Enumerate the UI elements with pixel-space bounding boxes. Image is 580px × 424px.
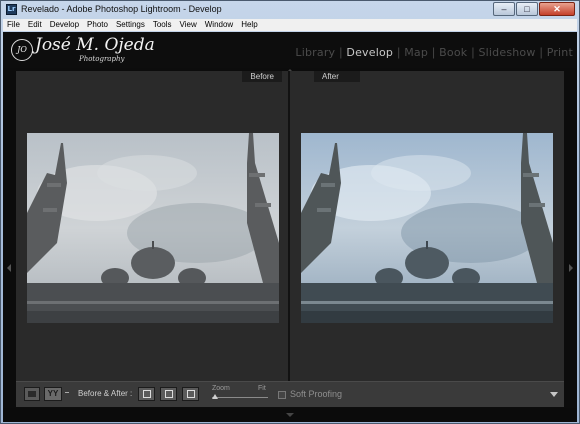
zoom-slider-track[interactable] <box>212 397 268 398</box>
after-photo[interactable] <box>301 133 553 323</box>
window-title: Revelado - Adobe Photoshop Lightroom - D… <box>21 4 222 14</box>
menu-photo[interactable]: Photo <box>83 19 112 31</box>
soft-proofing-checkbox[interactable] <box>278 391 286 399</box>
title-bar[interactable]: Lr Revelado - Adobe Photoshop Lightroom … <box>1 1 579 19</box>
module-separator: | <box>339 45 343 59</box>
module-library[interactable]: Library <box>295 46 335 59</box>
menu-tools[interactable]: Tools <box>149 19 176 31</box>
mosque-photo-before <box>27 133 279 323</box>
module-separator: | <box>432 45 436 59</box>
before-photo[interactable] <box>27 133 279 323</box>
before-after-view: Before After <box>16 71 564 381</box>
show-left-panel-arrow-icon[interactable] <box>7 264 11 272</box>
before-after-view-button[interactable]: YY <box>44 387 62 401</box>
menu-develop[interactable]: Develop <box>46 19 83 31</box>
module-book[interactable]: Book <box>439 46 467 59</box>
before-after-mode-dropdown-icon[interactable] <box>65 392 69 393</box>
lightroom-workspace: JO José M. Ojeda Photography Library | D… <box>3 32 577 422</box>
before-label: Before <box>242 71 282 82</box>
copy-settings-icon <box>143 390 151 398</box>
zoom-label: Zoom <box>212 385 230 392</box>
develop-toolbar: YY Before & After : Zoom Fit Soft Proofi… <box>16 381 564 407</box>
module-develop[interactable]: Develop <box>346 46 393 59</box>
after-label: After <box>314 71 360 82</box>
module-separator: | <box>471 45 475 59</box>
module-print[interactable]: Print <box>547 46 573 59</box>
show-right-panel-arrow-icon[interactable] <box>569 264 573 272</box>
toolbar-options-dropdown-icon[interactable] <box>550 392 558 397</box>
zoom-slider-thumb[interactable] <box>212 394 218 399</box>
logo-badge: JO <box>11 39 33 61</box>
module-map[interactable]: Map <box>404 46 428 59</box>
mosque-photo-after <box>301 133 553 323</box>
menu-help[interactable]: Help <box>237 19 261 31</box>
close-button[interactable]: ✕ <box>539 2 575 16</box>
menu-edit[interactable]: Edit <box>24 19 46 31</box>
module-separator: | <box>397 45 401 59</box>
minimize-button[interactable]: – <box>493 2 515 16</box>
application-window: Lr Revelado - Adobe Photoshop Lightroom … <box>0 0 580 424</box>
zoom-fit-label: Fit <box>258 385 266 392</box>
soft-proofing-label: Soft Proofing <box>290 389 343 399</box>
maximize-button[interactable]: □ <box>516 2 538 16</box>
copy-settings-icon <box>165 390 173 398</box>
swap-icon <box>187 390 195 398</box>
menu-file[interactable]: File <box>3 19 24 31</box>
before-after-label: Before & After : <box>78 389 133 398</box>
after-pane[interactable]: After <box>290 71 564 381</box>
show-filmstrip-arrow-icon[interactable] <box>286 413 294 417</box>
module-slideshow[interactable]: Slideshow <box>478 46 535 59</box>
copy-before-to-after-button[interactable] <box>138 387 155 401</box>
identity-plate-tagline: Photography <box>79 55 125 63</box>
lightroom-app-icon[interactable]: Lr <box>6 4 17 15</box>
menu-view[interactable]: View <box>176 19 201 31</box>
identity-plate-bar: JO José M. Ojeda Photography Library | D… <box>3 32 577 68</box>
loupe-view-button[interactable] <box>24 387 40 401</box>
module-picker: Library | Develop | Map | Book | Slidesh… <box>295 45 573 59</box>
copy-after-to-before-button[interactable] <box>160 387 177 401</box>
menu-bar: File Edit Develop Photo Settings Tools V… <box>3 19 577 31</box>
menu-settings[interactable]: Settings <box>112 19 149 31</box>
menu-window[interactable]: Window <box>201 19 237 31</box>
swap-before-after-button[interactable] <box>182 387 199 401</box>
develop-main-area: Before After <box>3 68 577 408</box>
module-separator: | <box>539 45 543 59</box>
identity-plate-name: José M. Ojeda <box>35 35 155 55</box>
window-controls: – □ ✕ <box>493 2 575 17</box>
before-pane[interactable]: Before <box>16 71 288 381</box>
